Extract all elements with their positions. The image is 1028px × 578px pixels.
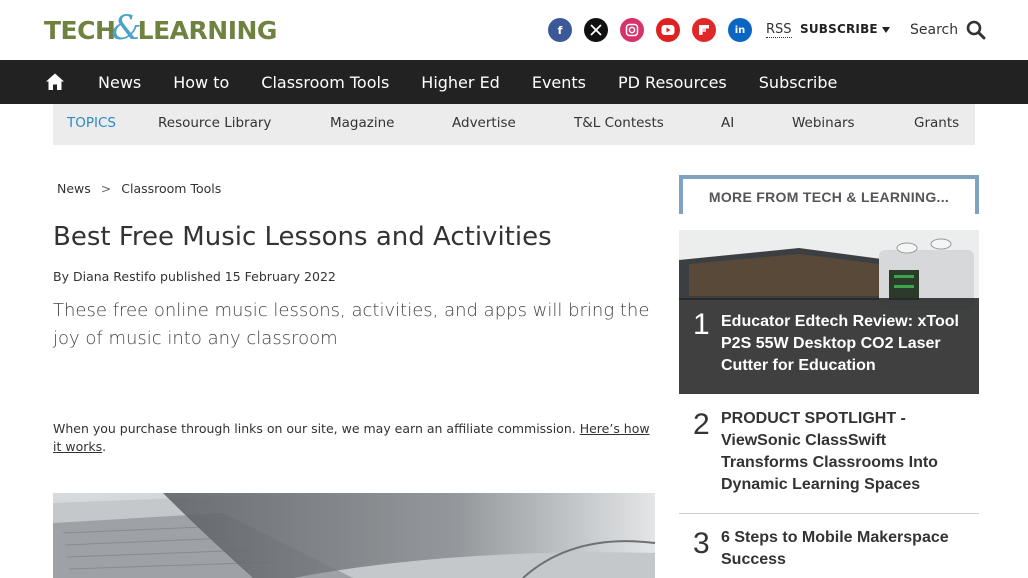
x-glyph [590, 24, 602, 36]
subscribe-dropdown[interactable]: SUBSCRIBE [800, 22, 890, 36]
facebook-icon[interactable]: f [548, 18, 572, 42]
published-date: published 15 February 2022 [160, 269, 336, 284]
topics-bar: TOPICS Resource Library Magazine Adverti… [53, 104, 975, 145]
search-button[interactable]: Search [910, 20, 986, 40]
affiliate-text: When you purchase through links on our s… [53, 421, 576, 436]
topic-tl-contests[interactable]: T&L Contests [574, 115, 664, 131]
search-label: Search [910, 22, 959, 38]
sidebar-item-1[interactable]: 1 Educator Edtech Review: xTool P2S 55W … [679, 298, 979, 394]
logo-text-right: LEARNING [137, 15, 278, 45]
sidebar-item-1-title[interactable]: Educator Edtech Review: xTool P2S 55W De… [721, 311, 971, 377]
hero-image [53, 493, 655, 578]
sidebar-item-1-number: 1 [693, 308, 710, 341]
linkedin-icon[interactable]: in [728, 18, 752, 42]
logo-text-left: TECH [44, 15, 116, 45]
sidebar-item-3-title[interactable]: 6 Steps to Mobile Makerspace Success [721, 527, 971, 571]
topic-magazine[interactable]: Magazine [330, 115, 394, 131]
subscribe-label: SUBSCRIBE [800, 22, 878, 36]
sidebar-item-3[interactable]: 3 6 Steps to Mobile Makerspace Success [679, 527, 979, 578]
caret-down-icon [881, 26, 890, 33]
rss-link[interactable]: RSS [766, 22, 792, 38]
site-logo[interactable]: TECH & LEARNING [44, 8, 278, 48]
instagram-glyph [625, 23, 639, 37]
sidebar-divider [679, 513, 979, 514]
byline: By Diana Restifo published 15 February 2… [53, 269, 336, 284]
topic-grants[interactable]: Grants [914, 115, 959, 131]
nav-item-subscribe[interactable]: Subscribe [759, 73, 838, 92]
affiliate-period: . [102, 439, 107, 454]
home-icon[interactable] [45, 72, 65, 92]
sidebar-item-3-number: 3 [693, 527, 710, 560]
nav-item-events[interactable]: Events [532, 73, 586, 92]
laptop-tablet-photo [53, 493, 655, 578]
topic-resource-library[interactable]: Resource Library [158, 115, 271, 131]
sidebar-header-label: MORE FROM TECH & LEARNING... [708, 188, 950, 205]
sidebar-item-2-title[interactable]: PRODUCT SPOTLIGHT - ViewSonic ClassSwift… [721, 408, 971, 496]
breadcrumb-news[interactable]: News [57, 181, 91, 196]
article-standfirst: These free online music lessons, activit… [53, 300, 650, 349]
youtube-glyph [661, 25, 675, 35]
nav-items: News How to Classroom Tools Higher Ed Ev… [98, 60, 869, 104]
nav-item-classroom-tools[interactable]: Classroom Tools [261, 73, 389, 92]
affiliate-disclosure: When you purchase through links on our s… [53, 420, 653, 456]
topic-webinars[interactable]: Webinars [792, 115, 855, 131]
author-link[interactable]: Diana Restifo [73, 269, 156, 284]
sidebar-item-2[interactable]: 2 PRODUCT SPOTLIGHT - ViewSonic ClassSwi… [679, 408, 979, 508]
nav-item-news[interactable]: News [98, 73, 141, 92]
nav-item-pd-resources[interactable]: PD Resources [618, 73, 727, 92]
sidebar-header: MORE FROM TECH & LEARNING... [679, 175, 979, 214]
main-nav: News How to Classroom Tools Higher Ed Ev… [0, 60, 1028, 104]
youtube-icon[interactable] [656, 18, 680, 42]
breadcrumb-separator: > [100, 181, 112, 196]
sidebar-item-2-number: 2 [693, 408, 710, 441]
article-title: Best Free Music Lessons and Activities [53, 222, 552, 252]
breadcrumb-classroom-tools[interactable]: Classroom Tools [121, 181, 221, 196]
nav-item-how-to[interactable]: How to [173, 73, 229, 92]
topic-advertise[interactable]: Advertise [452, 115, 516, 131]
breadcrumb: News > Classroom Tools [57, 181, 221, 196]
topics-label[interactable]: TOPICS [67, 115, 116, 131]
x-icon[interactable] [584, 18, 608, 42]
site-header: TECH & LEARNING f in RSS SUBSCRIBE Searc… [0, 0, 1028, 60]
logo-ampersand: & [111, 8, 142, 48]
search-icon [966, 20, 986, 40]
social-links: f in RSS [548, 18, 792, 42]
flipboard-glyph [699, 25, 709, 35]
topic-ai[interactable]: AI [721, 115, 734, 131]
flipboard-icon[interactable] [692, 18, 716, 42]
byline-prefix: By [53, 269, 69, 284]
nav-item-higher-ed[interactable]: Higher Ed [421, 73, 500, 92]
instagram-icon[interactable] [620, 18, 644, 42]
